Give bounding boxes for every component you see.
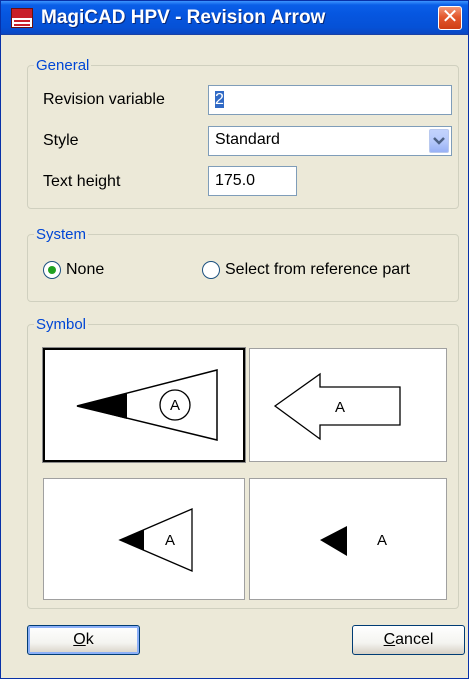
- select-from-reference-radio[interactable]: [202, 261, 220, 279]
- style-select[interactable]: Standard: [208, 126, 452, 156]
- style-selected-value: Standard: [215, 131, 280, 148]
- symbol-option-circled-arrow[interactable]: A: [42, 347, 246, 463]
- ok-hotkey: O: [73, 631, 86, 648]
- cancel-hotkey: C: [383, 631, 396, 648]
- cancel-label: ancel: [395, 631, 434, 648]
- none-radio-label[interactable]: None: [66, 261, 104, 279]
- triangle-symbol-icon: A: [320, 526, 387, 556]
- style-dropdown-button[interactable]: [429, 129, 449, 153]
- ok-label: k: [85, 631, 94, 648]
- symbol-letter: A: [165, 532, 175, 549]
- general-legend: General: [36, 57, 90, 74]
- symbol-letter: A: [377, 532, 387, 549]
- circled-arrow-symbol-icon: A: [76, 369, 218, 441]
- ok-button[interactable]: Ok: [27, 625, 140, 655]
- symbol-option-block-arrow[interactable]: A: [249, 348, 447, 462]
- wedge-symbol-icon: A: [118, 508, 193, 572]
- block-arrow-symbol-icon: A: [273, 372, 401, 441]
- chevron-down-icon: [433, 137, 445, 145]
- dialog-window: MagiCAD HPV - Revision Arrow ✕ General R…: [0, 0, 469, 679]
- close-icon: ✕: [441, 6, 459, 28]
- symbol-letter: A: [170, 397, 180, 414]
- select-from-reference-label[interactable]: Select from reference part: [225, 261, 410, 279]
- close-button[interactable]: ✕: [438, 6, 462, 30]
- style-label: Style: [43, 132, 79, 149]
- text-height-value: 175.0: [215, 172, 256, 189]
- symbol-option-triangle[interactable]: A: [249, 478, 447, 600]
- system-legend: System: [36, 226, 87, 243]
- window-title: MagiCAD HPV - Revision Arrow: [41, 7, 326, 28]
- cancel-button[interactable]: Cancel: [352, 625, 465, 655]
- none-radio[interactable]: [43, 261, 61, 279]
- symbol-legend: Symbol: [36, 316, 87, 333]
- text-height-label: Text height: [43, 173, 121, 190]
- text-height-input[interactable]: 175.0: [208, 166, 297, 196]
- revision-variable-input[interactable]: 2: [208, 85, 452, 115]
- revision-variable-value: 2: [215, 91, 224, 108]
- magicad-app-icon: [11, 8, 33, 28]
- revision-variable-label: Revision variable: [43, 91, 165, 108]
- title-bar[interactable]: MagiCAD HPV - Revision Arrow ✕: [1, 1, 468, 35]
- symbol-letter: A: [335, 399, 345, 416]
- symbol-option-wedge[interactable]: A: [43, 478, 245, 600]
